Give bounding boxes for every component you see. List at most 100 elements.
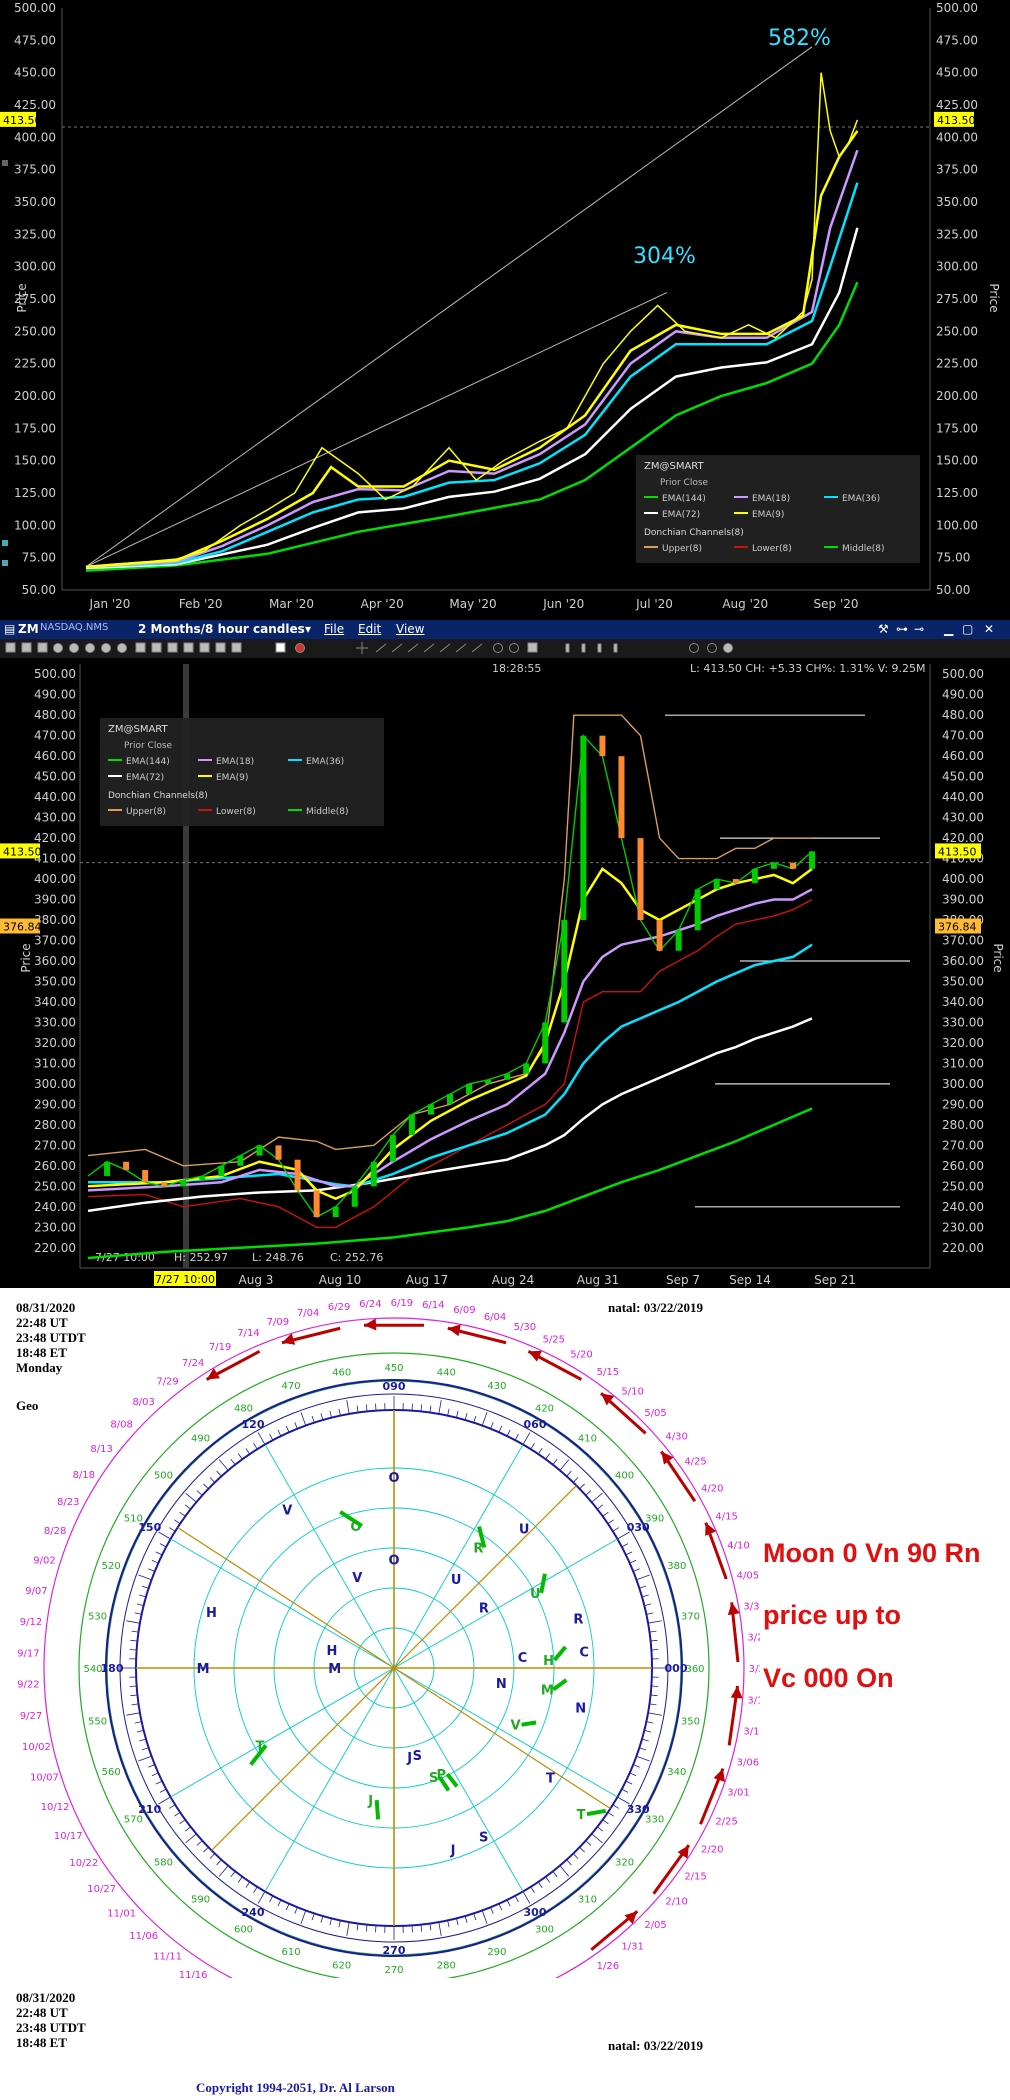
degree-tick [346,1922,350,1936]
zoom-fit-icon[interactable] [527,642,538,653]
y-tick-label-left: 370.00 [34,934,76,948]
detach-icon[interactable]: ⊸ [914,622,924,636]
tool-icon[interactable] [215,642,226,653]
trendline-icon[interactable] [471,643,483,653]
zoom-in-icon[interactable] [493,643,503,653]
degree-label: 090 [383,1380,406,1393]
bar-tool-icon[interactable] [597,643,602,653]
tool-icon[interactable] [21,642,32,653]
y-tick-label-left: 400.00 [14,130,56,144]
y-tick-label-left: 490.00 [34,688,76,702]
trendline-icon[interactable] [455,643,467,653]
tool-icon[interactable] [231,642,242,653]
trendline-icon[interactable] [391,643,403,653]
transit-planet-glyph: J [450,1844,456,1859]
clock-label: 18:28:55 [492,662,541,675]
progressed-planet-glyph: H [543,1654,554,1669]
tool-icon[interactable] [183,642,194,653]
degree-tick [650,1639,658,1642]
y-tick-label-left: 350.00 [14,195,56,209]
link-icon[interactable]: ⊶ [896,622,908,636]
tool-icon[interactable] [117,643,127,653]
price-ring-label: 290 [487,1947,506,1958]
price-ring-label: 340 [667,1767,686,1778]
symbol-label[interactable]: ZM [18,622,39,636]
annotation-304: 304% [633,244,696,269]
maximize-icon[interactable]: ▢ [962,622,973,636]
degree-label: 240 [242,1906,265,1919]
degree-label: 270 [383,1944,406,1957]
minimize-icon[interactable]: ▁ [944,622,953,636]
tool-icon[interactable] [135,642,146,653]
period-selector[interactable]: 2 Months/8 hour candles [138,622,305,636]
tool-icon[interactable] [5,642,16,653]
y-tick-label-left: 420.00 [34,831,76,845]
x-tick-label: Jun '20 [542,597,584,611]
price-candle [694,889,701,931]
price-ring-label: 490 [191,1433,210,1444]
tool-icon[interactable] [167,642,178,653]
price-ring-label: 550 [88,1716,107,1727]
degree-tick [151,1772,159,1777]
sync-icon[interactable] [707,643,717,653]
x-tick-label: Feb '20 [179,597,223,611]
bar-tool-icon[interactable] [613,643,618,653]
wrench-icon[interactable]: ⚒ [878,622,889,636]
trendline-icon[interactable] [439,643,451,653]
natal-planet-glyph: V [352,1571,362,1586]
settings-icon[interactable] [723,643,733,653]
legend-title: ZM@SMART [108,724,169,735]
price-candle [675,930,682,951]
tool-icon[interactable] [53,643,63,653]
trendline-icon[interactable] [423,643,435,653]
degree-tick [552,1458,558,1465]
series-line-ema18 [87,888,813,1192]
tool-icon[interactable] [69,643,79,653]
price-candle [561,920,568,1023]
degree-tick [126,1620,140,1624]
tool-icon[interactable] [199,642,210,653]
menu-file[interactable]: File [324,622,344,636]
tool-icon[interactable] [101,643,111,653]
trendline-icon[interactable] [375,643,387,653]
tool-icon[interactable] [85,643,95,653]
zoom-out-icon[interactable] [509,643,519,653]
refresh-icon[interactable] [689,643,699,653]
bar-tool-icon[interactable] [581,643,586,653]
price-candle [123,1161,130,1170]
degree-tick [490,1422,494,1429]
legend-entry: Lower(8) [216,807,256,817]
price-ring-label: 620 [332,1960,351,1971]
progressed-planet-glyph: U [530,1587,541,1602]
draw-tool-icon[interactable] [275,642,286,653]
y-tick-label-left: 500.00 [34,667,76,681]
tool-icon[interactable] [37,642,48,653]
y-tick-label-right: 320.00 [942,1036,984,1050]
y-tick-label-left: 230.00 [34,1220,76,1234]
date-ring-label: 9/22 [17,1680,39,1691]
degree-tick [138,1574,152,1581]
color-tool-icon[interactable] [295,643,305,653]
price-candle [104,1161,111,1177]
x-tick-label: Aug 31 [577,1273,620,1287]
aspect-spoke [264,1444,395,1669]
legend-donchian-title: Donchian Channels(8) [108,791,208,801]
trendline-icon[interactable] [407,643,419,653]
bar-tool-icon[interactable] [565,643,570,653]
price-ring-label: 430 [487,1381,506,1392]
degree-tick [196,1490,203,1496]
chart-2month-zm: 500.00 500.00 490.00 490.00 480.00 480.00 470.… [0,658,1010,1288]
date-ring-label: 3/06 [737,1757,759,1768]
tool-icon[interactable] [151,642,162,653]
close-icon[interactable]: ✕ [984,622,994,636]
series-line-ema36 [88,943,813,1188]
degree-tick [269,1433,274,1441]
date-ring-label: 7/14 [237,1328,259,1339]
degree-tick [285,1425,290,1433]
menu-edit[interactable]: Edit [358,622,381,636]
menu-view[interactable]: View [396,622,424,636]
chevron-down-icon[interactable]: ▾ [305,622,311,636]
legend-entry: EMA(36) [842,494,880,504]
degree-tick [237,1876,243,1883]
date-ring-label: 9/27 [20,1711,42,1722]
